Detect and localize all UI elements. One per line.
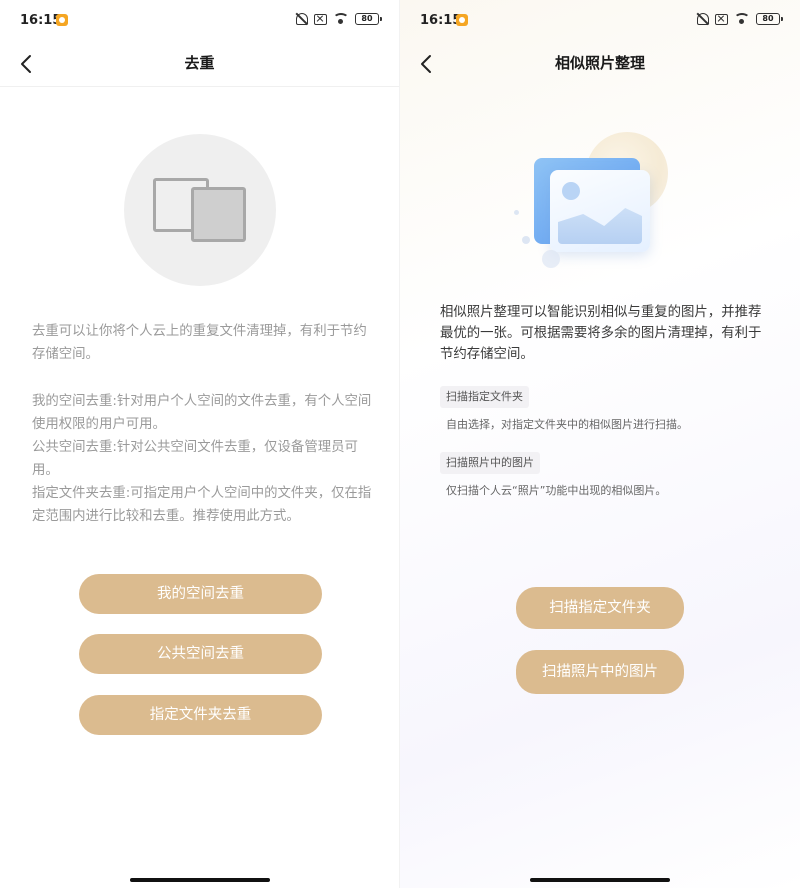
- home-indicator[interactable]: [130, 878, 270, 882]
- scan-photos-button[interactable]: 扫描照片中的图片: [516, 650, 684, 694]
- wifi-icon: [734, 13, 750, 25]
- battery-icon: 80: [756, 13, 783, 25]
- no-sim-icon: [715, 13, 728, 25]
- bubble-decoration: [542, 250, 560, 268]
- front-file-shape: [191, 187, 246, 242]
- duplicate-files-icon: [124, 134, 276, 286]
- my-space-dedup-button[interactable]: 我的空间去重: [79, 574, 322, 614]
- nav-bar: 相似照片整理: [400, 42, 800, 86]
- similar-photos-description: 相似照片整理可以智能识别相似与重复的图片，并推荐最优的一张。可根据需要将多余的图…: [440, 305, 762, 362]
- intro-text: 去重可以让你将个人云上的重复文件清理掉，有利于节约存储空间。: [32, 324, 367, 362]
- scan-photos-note: 仅扫描个人云“照片”功能中出现的相似图片。: [446, 484, 667, 497]
- mute-bell-icon: [296, 13, 308, 25]
- scan-folder-button[interactable]: 扫描指定文件夹: [516, 587, 684, 629]
- nav-divider: [0, 86, 399, 87]
- app-notification-icon: [56, 14, 68, 26]
- app-notification-icon: [456, 14, 468, 26]
- wifi-icon: [333, 13, 349, 25]
- home-indicator[interactable]: [530, 878, 670, 882]
- status-icons: 80: [697, 13, 783, 25]
- page-title: 去重: [184, 54, 215, 72]
- photo-hill: [558, 208, 642, 244]
- public-space-dedup-button[interactable]: 公共空间去重: [79, 634, 322, 674]
- bubble-decoration: [522, 236, 530, 244]
- my-space-description: 我的空间去重:针对用户个人空间的文件去重，有个人空间使用权限的用户可用。: [32, 394, 372, 432]
- photo-gallery-icon: [514, 132, 680, 272]
- public-space-description: 公共空间去重:针对公共空间文件去重，仅设备管理员可用。: [32, 440, 358, 478]
- status-icons: 80: [296, 13, 382, 25]
- photo-sun-dot: [562, 182, 580, 200]
- battery-icon: 80: [355, 13, 382, 25]
- dedup-screen: 16:15 80 去重 去重可以让你将个人云上的重复文件清理掉，有利于节约存储空…: [0, 0, 400, 888]
- bubble-decoration: [514, 210, 519, 215]
- folder-dedup-button[interactable]: 指定文件夹去重: [79, 695, 322, 735]
- scan-folder-tag: 扫描指定文件夹: [440, 386, 529, 408]
- nav-bar: 去重: [0, 42, 399, 86]
- status-bar: 16:15 80: [400, 0, 800, 42]
- scan-photos-tag: 扫描照片中的图片: [440, 452, 540, 474]
- scan-folder-note: 自由选择，对指定文件夹中的相似图片进行扫描。: [446, 418, 688, 431]
- page-title: 相似照片整理: [554, 54, 645, 72]
- status-bar: 16:15 80: [0, 0, 399, 42]
- mute-bell-icon: [697, 13, 709, 25]
- no-sim-icon: [314, 13, 327, 25]
- folder-description: 指定文件夹去重:可指定用户个人空间中的文件夹，仅在指定范围内进行比较和去重。推荐…: [32, 486, 372, 524]
- screenshot-stage: 16:15 80 去重 去重可以让你将个人云上的重复文件清理掉，有利于节约存储空…: [0, 0, 800, 888]
- front-photo-card: [550, 170, 650, 252]
